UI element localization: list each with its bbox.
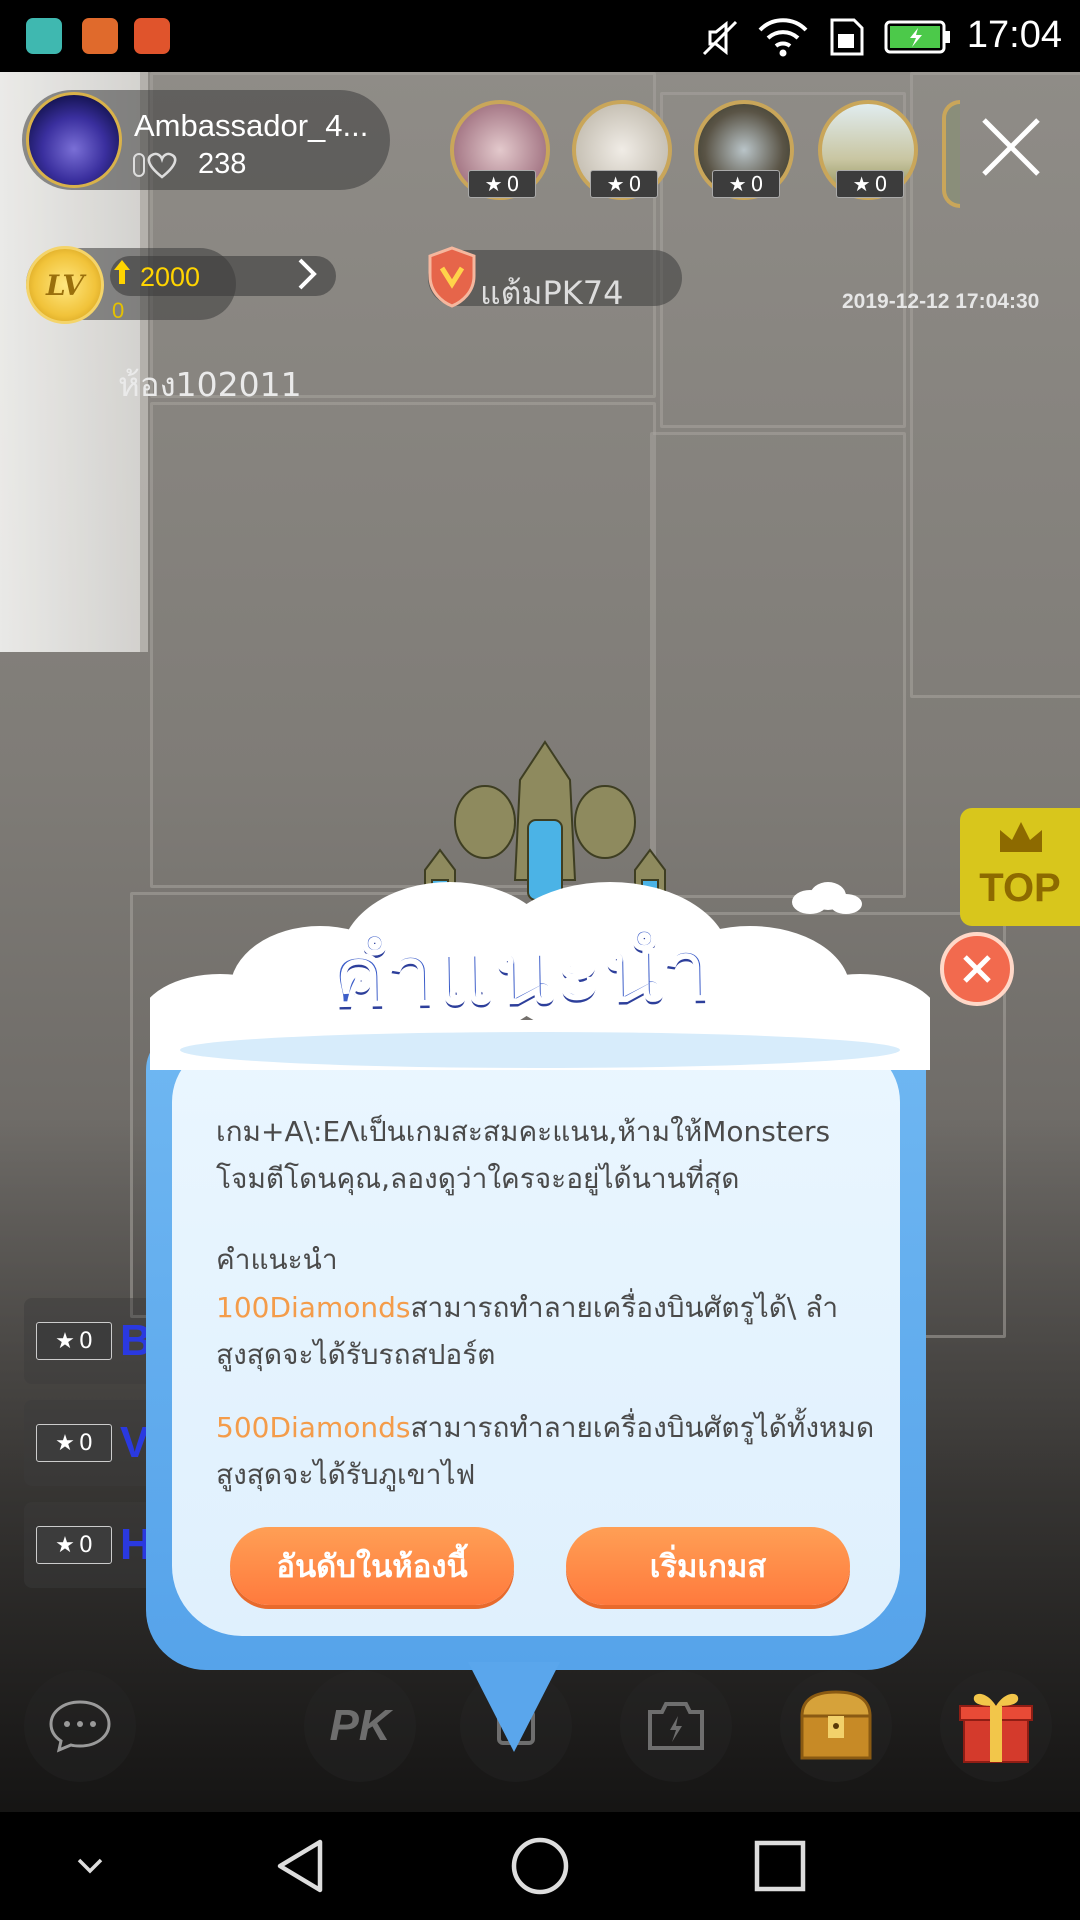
tip2-amount: 500Diamonds: [216, 1411, 411, 1444]
clock: 17:04: [966, 14, 1062, 56]
pk-icon: PK: [329, 1701, 391, 1750]
tip1-text: สามารถทำลายเครื่องบินศัตรูได้\ ลำ: [410, 1291, 839, 1324]
arrow-up-icon: [114, 260, 130, 284]
dialog-tail: [468, 1662, 560, 1752]
viewer-avatar[interactable]: ★ 0: [450, 100, 550, 200]
dialog-title: คำแนะนำ: [328, 917, 716, 1027]
dialog-close-button[interactable]: [940, 932, 1014, 1006]
host-name: Ambassador_4...: [134, 108, 369, 143]
shield-icon: [428, 246, 476, 308]
tip1-amount: 100Diamonds: [216, 1291, 411, 1324]
back-triangle-icon: [277, 1839, 323, 1893]
level-badge-text: LV: [45, 268, 85, 302]
gift-button[interactable]: [940, 1670, 1052, 1782]
dialog-hint-heading: คำแนะนำ: [216, 1243, 338, 1276]
home-circle-icon: [511, 1837, 569, 1895]
camera-button[interactable]: [620, 1670, 732, 1782]
chevron-right-icon[interactable]: [296, 256, 320, 292]
dialog-tip-2: 500Diamondsสามารถทำลายเครื่องบินศัตรูได้…: [216, 1404, 906, 1498]
chevron-down-icon: [77, 1858, 103, 1874]
chat-button[interactable]: [24, 1670, 136, 1782]
crown-icon: [1000, 822, 1042, 852]
tip2-text: สามารถทำลายเครื่องบินศัตรูได้ทั้งหมด: [410, 1411, 875, 1444]
gift-icon: [959, 1693, 1033, 1763]
star-badge: ★ 0: [36, 1424, 112, 1462]
list-item[interactable]: ★ 0 B: [24, 1298, 164, 1384]
host-avatar[interactable]: [26, 92, 122, 188]
star-badge: ★ 0: [36, 1526, 112, 1564]
host-likes: 238: [198, 148, 247, 180]
viewer-star-badge: ★ 0: [468, 170, 536, 198]
viewer-stars: 0: [750, 172, 764, 196]
star-icon: ★: [55, 1532, 75, 1558]
tip1-reward: สูงสุดจะได้รับรถสปอร์ต: [216, 1338, 496, 1371]
pk-score: แต้มPK74: [480, 274, 624, 312]
room-ranking-button[interactable]: อันดับในห้องนี้: [230, 1527, 514, 1605]
stream-timestamp: 2019-12-12 17:04:30: [842, 290, 1040, 313]
start-game-button[interactable]: เริ่มเกมส: [566, 1527, 850, 1605]
viewer-avatar[interactable]: ★ 0: [818, 100, 918, 200]
viewer-stars: 0: [506, 172, 520, 196]
viewer-avatar[interactable]: ★ 0: [694, 100, 794, 200]
pk-button[interactable]: PK: [304, 1670, 416, 1782]
star-count: 0: [78, 1430, 93, 1456]
intro-line-1: เกม+A\:EΛเป็นเกมสะสมคะแนน,ห้ามให้Monster…: [216, 1115, 831, 1148]
treasure-chest-icon: [800, 1690, 872, 1760]
top-ranking-tab[interactable]: TOP: [960, 808, 1080, 926]
level-badge-icon[interactable]: LV: [26, 246, 104, 324]
list-item[interactable]: ★ 0 H: [24, 1502, 164, 1588]
viewer-avatar-partial[interactable]: [942, 100, 960, 208]
nav-recents-button[interactable]: [726, 1812, 834, 1920]
dialog-intro: เกม+A\:EΛเป็นเกมสะสมคะแนน,ห้ามให้Monster…: [216, 1108, 906, 1202]
list-item-name: V: [120, 1418, 150, 1467]
navigation-bar: [0, 1812, 1080, 1920]
star-icon: ★: [55, 1328, 75, 1354]
host-info[interactable]: Ambassador_4... 238: [22, 90, 390, 190]
star-count: 0: [78, 1328, 93, 1354]
recents-square-icon: [754, 1840, 806, 1892]
star-icon: ★: [55, 1430, 75, 1456]
top-tab-label: TOP: [979, 866, 1061, 910]
star-count: 0: [78, 1532, 93, 1558]
star-icon: ★: [484, 172, 503, 196]
viewer-avatar[interactable]: ★ 0: [572, 100, 672, 200]
room-id: ห้อง102011: [118, 365, 302, 404]
close-stream-icon[interactable]: [976, 112, 1046, 182]
star-badge: ★ 0: [36, 1322, 112, 1360]
star-icon: ★: [728, 172, 747, 196]
viewer-stars: 0: [628, 172, 642, 196]
viewer-star-badge: ★ 0: [712, 170, 780, 198]
dialog-tip-1: 100Diamondsสามารถทำลายเครื่องบินศัตรูได้…: [216, 1284, 906, 1378]
star-icon: ★: [606, 172, 625, 196]
battery-icon: [884, 20, 950, 54]
music-app-icon: [82, 18, 118, 54]
wifi-icon: [758, 18, 808, 57]
treasure-chest-button[interactable]: [780, 1670, 892, 1782]
viewer-star-badge: ★ 0: [836, 170, 904, 198]
list-item[interactable]: ★ 0 V: [24, 1400, 164, 1486]
camera-flash-icon: [648, 1702, 704, 1750]
viewer-stars: 0: [874, 172, 888, 196]
tip2-reward: สูงสุดจะได้รับภูเขาไฟ: [216, 1458, 476, 1491]
chat-icon: [49, 1700, 111, 1753]
intro-line-2: โจมตีโดนคุณ,ลองดูว่าใครจะอยู่ได้นานที่สุ…: [216, 1162, 740, 1195]
level-progress: 0: [112, 298, 125, 323]
music-app-icon-2: [134, 18, 170, 54]
nav-back-button[interactable]: [246, 1812, 354, 1920]
mute-icon: [702, 20, 738, 56]
star-icon: ★: [852, 172, 871, 196]
close-icon: [963, 955, 991, 983]
heart-icon: [133, 152, 177, 179]
nav-home-button[interactable]: [486, 1812, 594, 1920]
level-points: 2000: [140, 262, 201, 292]
status-bar: 17:04: [0, 0, 1080, 72]
viewer-star-badge: ★ 0: [590, 170, 658, 198]
android-app-icon: [26, 18, 62, 54]
sim-icon: [830, 18, 864, 56]
nav-hide-button[interactable]: [36, 1812, 144, 1920]
